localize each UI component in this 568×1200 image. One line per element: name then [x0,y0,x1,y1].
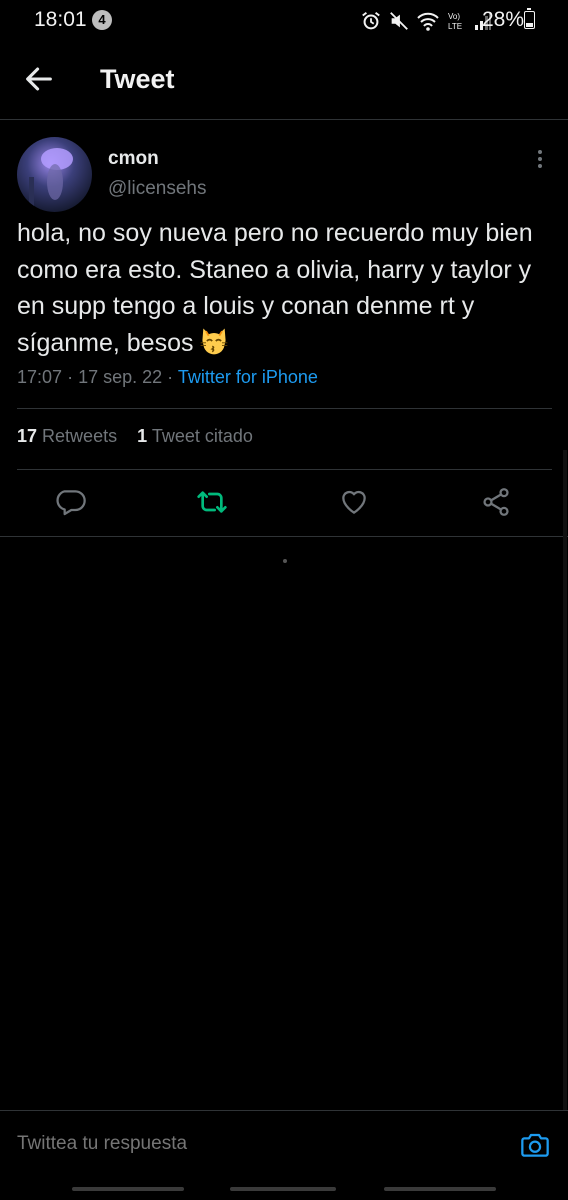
retweets-stat[interactable]: 17 Retweets [17,426,117,446]
tweet-source-link[interactable]: Twitter for iPhone [178,367,318,387]
top-app-bar: Tweet [0,42,568,120]
camera-icon [521,1133,549,1157]
author-handle[interactable]: @licensehs [108,178,207,200]
divider [17,408,552,409]
alarm-icon [362,11,380,30]
nav-recents-button[interactable] [72,1187,184,1191]
retweet-button[interactable] [196,486,228,518]
quotes-stat[interactable]: 1 Tweet citado [137,426,253,446]
quotes-label: Tweet citado [151,426,253,446]
more-vertical-icon [538,150,542,168]
share-icon [483,488,509,516]
avatar[interactable] [17,137,92,212]
nav-home-button[interactable] [230,1187,336,1191]
reply-bar [0,1110,568,1174]
nav-back-button[interactable] [384,1187,496,1191]
tweet-stats: 17 Retweets 1 Tweet citado [17,426,253,447]
scrollbar[interactable] [563,450,567,1110]
volte-icon: Vo)LTE [448,12,462,31]
quotes-count: 1 [137,426,148,446]
reply-icon [56,490,86,516]
reply-input[interactable] [17,1133,262,1155]
back-button[interactable] [22,62,56,96]
retweets-label: Retweets [42,426,118,446]
wifi-icon [417,12,439,31]
like-icon [342,490,366,514]
loading-indicator [283,559,287,563]
divider [0,536,568,537]
tweet-date: 17 sep. 22 [78,367,163,387]
tweet-actions [0,470,568,536]
more-options-button[interactable] [530,148,550,170]
battery-icon [524,8,535,29]
retweet-icon [197,491,227,513]
svg-text:Vo): Vo) [448,12,460,21]
tweet-body: hola, no soy nueva pero no recuerdo muy … [17,219,533,357]
share-button[interactable] [480,486,512,518]
status-icons: Vo) LTE [360,8,492,34]
author-name[interactable]: cmon [108,148,159,170]
arrow-left-icon [26,67,52,91]
kissing-cat-emoji [200,328,227,354]
meta-separator: · [67,367,74,387]
page-title: Tweet [100,64,175,94]
camera-button[interactable] [518,1129,552,1161]
tweet-meta: 17:07 · 17 sep. 22 · Twitter for iPhone [17,367,318,388]
notification-count-badge: 4 [92,10,112,30]
tweet-text: hola, no soy nueva pero no recuerdo muy … [17,215,552,361]
mute-icon [390,12,408,30]
tweet-time: 17:07 [17,367,63,387]
system-navigation-bar [0,1172,568,1200]
meta-separator: · [167,367,174,387]
reply-button[interactable] [54,486,86,518]
status-time: 18:01 [34,8,87,31]
like-button[interactable] [338,486,370,518]
retweets-count: 17 [17,426,38,446]
status-bar: 18:01 4 Vo) LTE 28% [0,0,568,42]
svg-text:LTE: LTE [448,22,462,31]
battery-percentage: 28% [482,8,525,31]
